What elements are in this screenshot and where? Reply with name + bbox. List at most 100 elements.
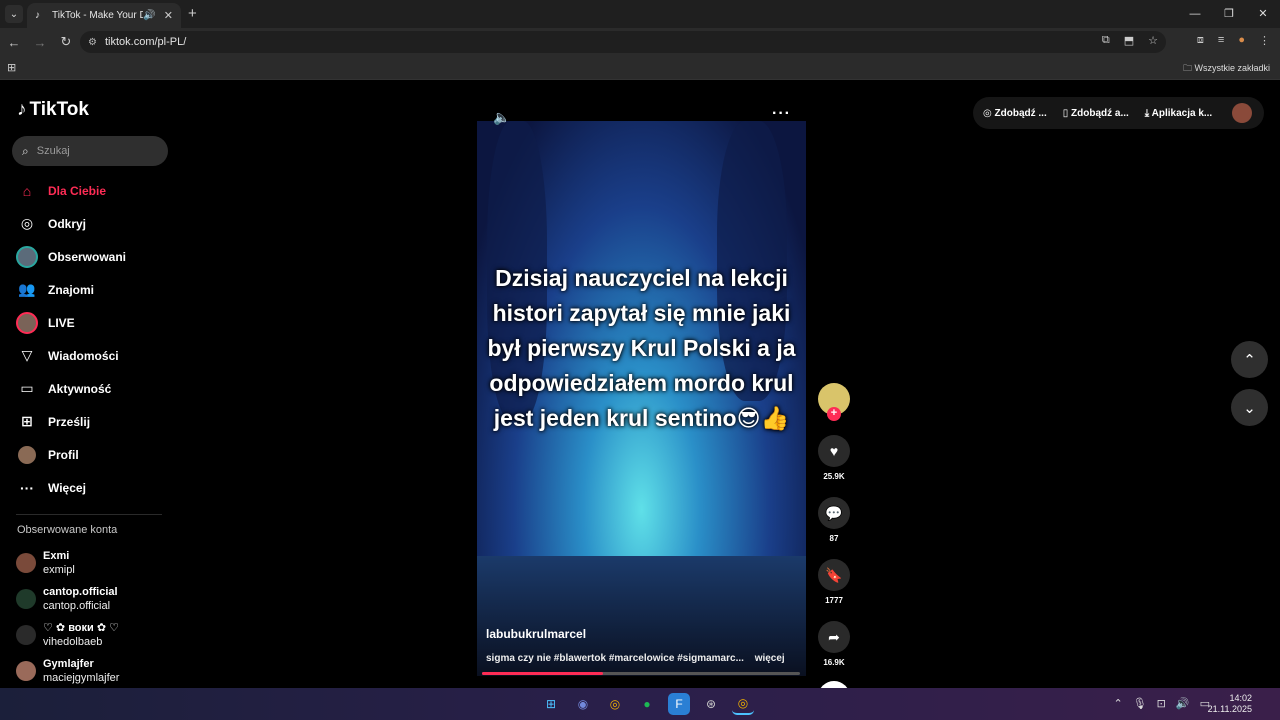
tiktok-logo[interactable]: ♪ TikTok: [17, 99, 89, 121]
like-count: 25.9K: [823, 472, 845, 481]
minimize-icon[interactable]: —: [1178, 0, 1212, 28]
get-coins-button[interactable]: ◎ Zdobądź ...: [983, 108, 1047, 119]
install-app-icon[interactable]: ⬒: [1124, 34, 1134, 47]
close-window-icon[interactable]: ✕: [1246, 0, 1280, 28]
next-video-button[interactable]: ⌄: [1231, 389, 1268, 426]
more-link[interactable]: więcej: [755, 653, 785, 664]
clock[interactable]: 14:02 21.11.2025: [1208, 693, 1252, 715]
get-app-label: Zdobądź a...: [1071, 107, 1129, 119]
sidebar-item-activity[interactable]: ▭ Aktywność: [16, 372, 176, 405]
tab-title: TikTok - Make Your Day: [52, 10, 144, 21]
sidebar-item-explore[interactable]: ◎ Odkryj: [16, 207, 176, 240]
desktop-app-button[interactable]: ⤓ Aplikacja k...: [1145, 108, 1212, 119]
tab-search-icon[interactable]: ⌄: [5, 5, 23, 23]
account-name: cantop.official: [43, 586, 118, 598]
sidebar-item-friends[interactable]: 👥 Znajomi: [16, 273, 176, 306]
spotify-icon[interactable]: ●: [636, 693, 658, 715]
sidebar-item-more[interactable]: ··· Więcej: [16, 471, 176, 504]
more-options-icon[interactable]: ···: [772, 105, 791, 123]
sidebar-item-label: Dla Ciebie: [48, 183, 107, 198]
sidebar-item-label: Aktywność: [48, 381, 112, 396]
user-avatar[interactable]: [1232, 103, 1252, 123]
browser-tab[interactable]: ♪ TikTok - Make Your Day 🔊 ✕: [27, 3, 181, 28]
followed-account[interactable]: Exmi exmipl: [16, 545, 119, 581]
sidebar-item-label: Prześlij: [48, 414, 91, 429]
following-avatar: [16, 245, 38, 268]
address-bar[interactable]: ⚙ tiktok.com/pl-PL/ ⧉ ⬒ ☆: [80, 31, 1166, 53]
logo-text: TikTok: [29, 99, 89, 120]
followed-accounts-title: Obserwowane konta: [17, 524, 118, 536]
share-button[interactable]: ➦: [818, 621, 850, 653]
profile-avatar: [16, 444, 38, 466]
sidebar-item-label: Odkryj: [48, 216, 87, 231]
browser-tab-strip: ⌄ ♪ TikTok - Make Your Day 🔊 ✕ + — ❐ ✕: [0, 0, 1280, 28]
bookmark-star-icon[interactable]: ☆: [1148, 34, 1158, 47]
media-control-icon[interactable]: ≡: [1218, 34, 1224, 47]
restore-icon[interactable]: ❐: [1212, 0, 1246, 28]
sidebar-item-for-you[interactable]: ⌂ Dla Ciebie: [16, 174, 176, 207]
video-progress-bar[interactable]: [482, 672, 800, 675]
like-button[interactable]: ♥: [818, 435, 850, 467]
upload-icon: ⊞: [21, 413, 33, 429]
avatar: [16, 661, 36, 681]
get-coins-label: Zdobądź ...: [994, 107, 1047, 119]
followed-account[interactable]: Gymlajfer maciejgymlajfer: [16, 653, 119, 689]
followed-account[interactable]: ♡ ✿ воки ✿ ♡ vihedolbaeb: [16, 617, 119, 653]
top-right-actions: ◎ Zdobądź ... ▯ Zdobądź a... ⤓ Aplikacja…: [973, 97, 1264, 129]
sidebar-item-messages[interactable]: ▽ Wiadomości: [16, 339, 176, 372]
creator-avatar[interactable]: +: [818, 383, 850, 421]
live-avatar: [16, 311, 38, 334]
microphone-icon[interactable]: 🎙: [1133, 697, 1147, 710]
file-explorer-icon[interactable]: F: [668, 693, 690, 715]
sidebar-item-following[interactable]: Obserwowani: [16, 240, 176, 273]
chevron-up-icon: ⌃: [1243, 351, 1256, 369]
reload-icon[interactable]: ↻: [54, 34, 78, 50]
steam-icon[interactable]: ⊛: [700, 693, 722, 715]
account-username: vihedolbaeb: [43, 636, 103, 648]
sidebar-item-upload[interactable]: ⊞ Prześlij: [16, 405, 176, 438]
back-icon[interactable]: ←: [2, 35, 26, 50]
comment-button[interactable]: 💬: [818, 497, 850, 529]
show-hidden-icon[interactable]: ⌃: [1113, 697, 1122, 710]
speaker-icon[interactable]: 🔊: [1176, 697, 1190, 710]
video-player[interactable]: Dzisiaj nauczyciel na lekcji histori zap…: [477, 121, 806, 676]
network-icon[interactable]: ⊡: [1157, 697, 1166, 710]
sidebar-item-label: Znajomi: [48, 282, 95, 297]
video-author[interactable]: labubukrulmarcel: [486, 627, 586, 641]
followed-account[interactable]: cantop.official cantop.official: [16, 581, 119, 617]
follow-plus-icon[interactable]: +: [827, 407, 841, 421]
extensions-icon[interactable]: ⧈: [1197, 34, 1204, 47]
all-bookmarks[interactable]: 🗀 Wszystkie zakładki: [1183, 61, 1270, 77]
forward-icon[interactable]: →: [28, 35, 52, 50]
previous-video-button[interactable]: ⌃: [1231, 341, 1268, 378]
tiktok-page: ♪ TikTok ⌕ Szukaj ⌂ Dla Ciebie ◎ Odkryj Ob…: [0, 81, 1280, 713]
save-button[interactable]: 🔖: [818, 559, 850, 591]
followed-accounts-list: Exmi exmipl cantop.official cantop.officia…: [16, 545, 119, 689]
tab-close-icon[interactable]: ✕: [164, 9, 173, 22]
sidebar-item-label: Więcej: [48, 480, 86, 495]
start-icon[interactable]: ⊞: [540, 693, 562, 715]
get-app-button[interactable]: ▯ Zdobądź a...: [1063, 108, 1129, 119]
menu-icon[interactable]: ⋮: [1259, 34, 1270, 47]
volume-icon[interactable]: 🔈: [493, 109, 510, 126]
search-input[interactable]: ⌕ Szukaj: [12, 136, 168, 166]
comment-icon: 💬: [825, 504, 843, 521]
sidebar-item-label: Profil: [48, 447, 79, 462]
new-tab-icon[interactable]: +: [188, 5, 197, 22]
progress-fill: [482, 672, 603, 675]
profile-icon[interactable]: ●: [1238, 34, 1245, 47]
avatar: [16, 553, 36, 573]
apps-grid-icon[interactable]: ⊞: [7, 61, 16, 74]
tab-audio-icon[interactable]: 🔊: [143, 10, 155, 21]
sidebar-item-live[interactable]: LIVE: [16, 306, 176, 339]
account-username: exmipl: [43, 564, 75, 576]
comment-count: 87: [829, 534, 839, 543]
site-info-icon[interactable]: ⚙: [88, 37, 97, 48]
translate-icon[interactable]: ⧉: [1102, 34, 1110, 47]
activity-icon: ▭: [20, 380, 34, 396]
discord-icon[interactable]: ◉: [572, 693, 594, 715]
window-controls: — ❐ ✕: [1178, 0, 1280, 28]
sidebar-item-profile[interactable]: Profil: [16, 438, 176, 471]
chrome-active-icon[interactable]: ◎: [732, 693, 754, 715]
chrome-icon[interactable]: ◎: [604, 693, 626, 715]
